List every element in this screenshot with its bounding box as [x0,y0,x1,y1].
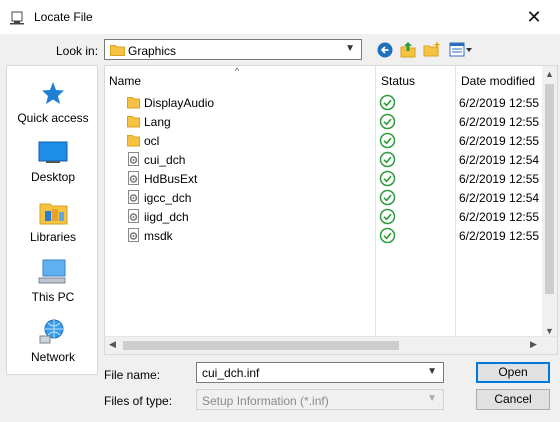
file-row[interactable]: igcc_dch 6/2/2019 12:54 AM [105,188,557,207]
back-icon[interactable] [377,42,393,58]
file-row[interactable]: ocl 6/2/2019 12:55 AM [105,131,557,150]
file-name: HdBusExt [144,172,198,186]
sort-ascending-icon: ^ [235,66,240,76]
status-ok-icon [379,208,396,225]
folder-icon [127,135,140,147]
file-row[interactable]: msdk 6/2/2019 12:55 AM [105,226,557,245]
file-row[interactable]: HdBusExt 6/2/2019 12:55 AM [105,169,557,188]
file-name: cui_dch [144,153,186,167]
column-header-date[interactable]: Date modified [461,74,535,88]
place-label: Desktop [30,170,76,184]
title-bar: Locate File ✕ [0,0,560,34]
new-folder-icon[interactable] [423,40,441,58]
chevron-down-icon: ▼ [427,393,437,404]
star-icon [42,82,64,104]
status-ok-icon [379,189,396,206]
status-ok-icon [379,94,396,111]
file-name-value: cui_dch.inf [202,366,260,380]
setup-file-icon [128,171,139,185]
file-name: igcc_dch [144,191,192,205]
file-type-label: Files of type: [104,394,173,408]
cancel-button[interactable]: Cancel [476,389,550,410]
horizontal-scrollbar[interactable]: ◀ ▶ [105,336,557,354]
file-name: ocl [144,134,160,148]
window-title: Locate File [34,10,93,24]
look-in-value: Graphics [128,44,177,58]
place-label: Quick access [17,111,89,125]
status-ok-icon [379,170,396,187]
column-header-name[interactable]: Name [109,74,141,88]
file-name: Lang [144,115,171,129]
look-in-label: Look in: [56,44,99,58]
libraries-icon [39,203,68,225]
app-icon [10,11,24,25]
up-folder-icon[interactable] [399,40,417,58]
file-type-value: Setup Information (*.inf) [202,394,329,408]
place-libraries[interactable]: Libraries [7,198,99,254]
status-ok-icon [379,113,396,130]
status-ok-icon [379,227,396,244]
place-label: Libraries [29,230,77,244]
file-list[interactable]: ^ Name Status Date modified DisplayAudio… [104,65,558,355]
file-name: iigd_dch [144,210,189,224]
setup-file-icon [128,228,139,242]
setup-file-icon [128,190,139,204]
folder-icon [127,97,140,109]
view-menu-icon[interactable] [449,42,473,58]
folder-icon [110,45,125,56]
chevron-down-icon[interactable]: ▼ [427,366,437,377]
place-network[interactable]: Network [7,318,99,374]
desktop-icon [38,141,68,163]
file-type-select[interactable]: Setup Information (*.inf) ▼ [196,389,444,410]
setup-file-icon [128,209,139,223]
file-row[interactable]: iigd_dch 6/2/2019 12:55 AM [105,207,557,226]
place-this-pc[interactable]: This PC [7,258,99,314]
file-name-input[interactable]: cui_dch.inf ▼ [196,362,444,383]
file-row[interactable]: Lang 6/2/2019 12:55 AM [105,112,557,131]
network-icon [39,319,64,344]
open-button[interactable]: Open [476,362,550,383]
look-in-combo[interactable]: Graphics ▼ [104,39,362,60]
file-name-label: File name: [104,368,161,382]
folder-icon [127,116,140,128]
computer-icon [38,259,66,284]
place-desktop[interactable]: Desktop [7,138,99,194]
chevron-down-icon: ▼ [345,43,355,54]
status-ok-icon [379,151,396,168]
status-ok-icon [379,132,396,149]
place-quick-access[interactable]: Quick access [7,78,99,134]
place-label: This PC [31,290,75,304]
column-header-status[interactable]: Status [381,74,415,88]
file-name: DisplayAudio [144,96,215,110]
file-row[interactable]: cui_dch 6/2/2019 12:54 AM [105,150,557,169]
file-row[interactable]: DisplayAudio 6/2/2019 12:55 AM [105,93,557,112]
file-name: msdk [144,229,173,243]
setup-file-icon [128,152,139,166]
place-label: Network [30,350,75,364]
places-bar: Quick access Desktop Libraries This PC N… [6,65,98,375]
close-button[interactable]: ✕ [514,2,554,32]
vertical-scrollbar[interactable]: ▲ ▼ [542,66,557,341]
